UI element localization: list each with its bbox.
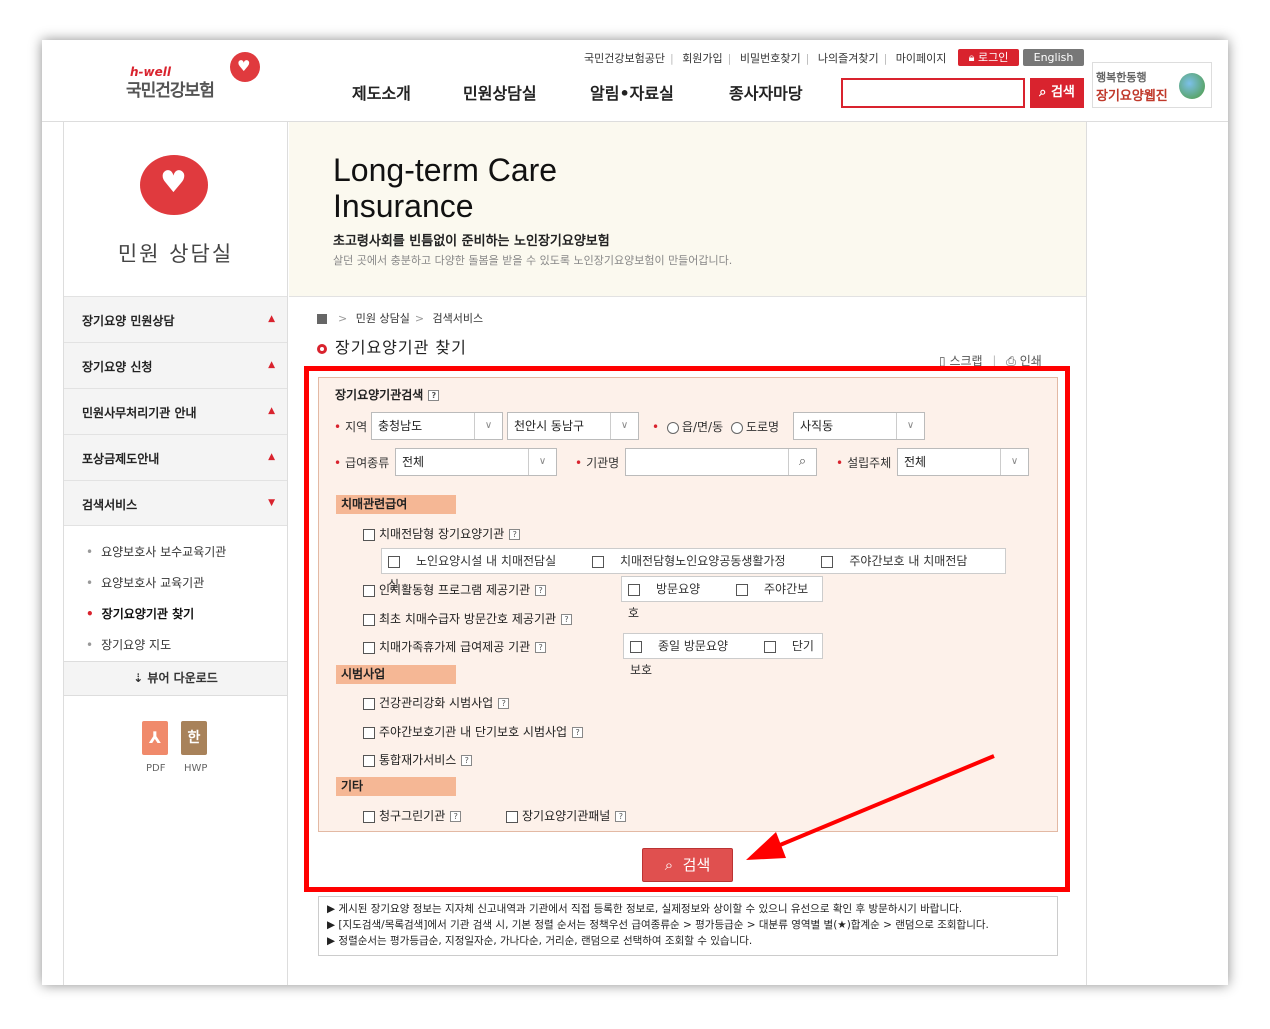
util-nav: 국민건강보험공단 | 회원가입 | 비밀번호찾기 | 나의즐겨찾기 | 마이페이지	[584, 52, 947, 65]
side-menu-counsel[interactable]: 장기요양 민원상담 ▲	[64, 296, 287, 342]
content-right-border	[1086, 122, 1087, 985]
util-link-join[interactable]: 회원가입	[682, 52, 722, 65]
side-menu-reward[interactable]: 포상금제도안내 ▲	[64, 434, 287, 480]
notice-line: ▶ 게시된 장기요양 정보는 지자체 신고내역과 기관에서 직접 등록한 정보로…	[327, 903, 963, 915]
sub-item-edu[interactable]: • 요양보호사 교육기관	[86, 574, 204, 591]
breadcrumb-item[interactable]: 검색서비스	[433, 312, 484, 325]
gnb-item-notice[interactable]: 알림•자료실	[590, 80, 674, 104]
side-menu-agency[interactable]: 민원사무처리기관 안내 ▲	[64, 388, 287, 434]
visual-description: 살던 곳에서 충분하고 다양한 돌봄을 받을 수 있도록 노인장기요양보험이 만…	[333, 254, 733, 267]
sub-item-refresh-edu[interactable]: • 요양보호사 보수교육기관	[86, 543, 226, 560]
top-search-input[interactable]	[841, 78, 1025, 108]
hwp-icon[interactable]: 한	[181, 721, 207, 755]
side-menu-search[interactable]: 검색서비스 ▼	[64, 480, 287, 526]
page-frame: h-well 국민건강보험 ♥ 국민건강보험공단 | 회원가입 | 비밀번호찾기 | …	[42, 40, 1228, 985]
util-link-nhis[interactable]: 국민건강보험공단	[584, 52, 665, 65]
logo-heart-icon: ♥	[230, 52, 260, 82]
util-link-favorites[interactable]: 나의즐겨찾기	[818, 52, 879, 65]
sub-item-find-facility[interactable]: • 장기요양기관 찾기	[86, 605, 194, 622]
hwp-caption: HWP	[184, 763, 208, 774]
bullet-icon	[317, 343, 327, 354]
heart-icon: ♥	[140, 155, 208, 215]
side-nav-title: 민원 상담실	[117, 242, 234, 266]
caret-up-icon: ▲	[268, 452, 275, 462]
util-link-password[interactable]: 비밀번호찾기	[740, 52, 801, 65]
webzine-banner[interactable]: 행복한동행 장기요양웹진	[1092, 62, 1212, 108]
login-button[interactable]: 🔒︎ 로그인	[958, 49, 1019, 66]
visual-subtitle: 초고령사회를 빈틈없이 준비하는 노인장기요양보험	[333, 234, 610, 249]
top-search-button[interactable]: ⌕ 검색	[1030, 78, 1084, 108]
viewer-download-button[interactable]: ⇣ 뷰어 다운로드	[64, 661, 287, 696]
pdf-caption: PDF	[146, 763, 166, 774]
util-link-mypage[interactable]: 마이페이지	[896, 52, 947, 65]
pdf-icon[interactable]: ⅄	[142, 721, 168, 755]
breadcrumb: > 민원 상담실 > 검색서비스	[317, 310, 483, 326]
notice-line: ▶ 정렬순서는 평가등급순, 지정일자순, 가나다순, 거리순, 랜덤으로 선택…	[327, 935, 753, 947]
gnb-item-counsel[interactable]: 민원상담실	[463, 80, 537, 104]
caret-down-icon: ▼	[268, 498, 275, 508]
home-icon[interactable]	[317, 314, 327, 324]
side-menu-apply[interactable]: 장기요양 신청 ▲	[64, 342, 287, 388]
caret-up-icon: ▲	[268, 360, 275, 370]
visual-title: Long-term Care Insurance	[333, 152, 558, 224]
gnb-item-worker[interactable]: 종사자마당	[729, 80, 803, 104]
download-icon: ⇣	[133, 671, 144, 685]
notice-line: ▶ [지도검색/목록검색]에서 기관 검색 시, 기본 정렬 순서는 정책우선 …	[327, 919, 989, 931]
caret-up-icon: ▲	[268, 406, 275, 416]
sub-item-map[interactable]: • 장기요양 지도	[86, 636, 171, 653]
lock-icon: 🔒︎	[968, 51, 975, 64]
gnb-item-intro[interactable]: 제도소개	[352, 80, 411, 104]
annotation-arrow-icon	[746, 754, 995, 860]
search-icon: ⌕	[1039, 85, 1047, 100]
english-button[interactable]: English	[1023, 49, 1084, 66]
breadcrumb-item[interactable]: 민원 상담실	[356, 312, 410, 325]
webzine-logo-icon	[1179, 73, 1205, 99]
page-title: 장기요양기관 찾기	[317, 334, 467, 358]
caret-up-icon: ▲	[268, 314, 275, 324]
logo[interactable]: 국민건강보험	[126, 76, 215, 101]
notice-box: ▶ 게시된 장기요양 정보는 지자체 신고내역과 기관에서 직접 등록한 정보로…	[318, 896, 1058, 956]
